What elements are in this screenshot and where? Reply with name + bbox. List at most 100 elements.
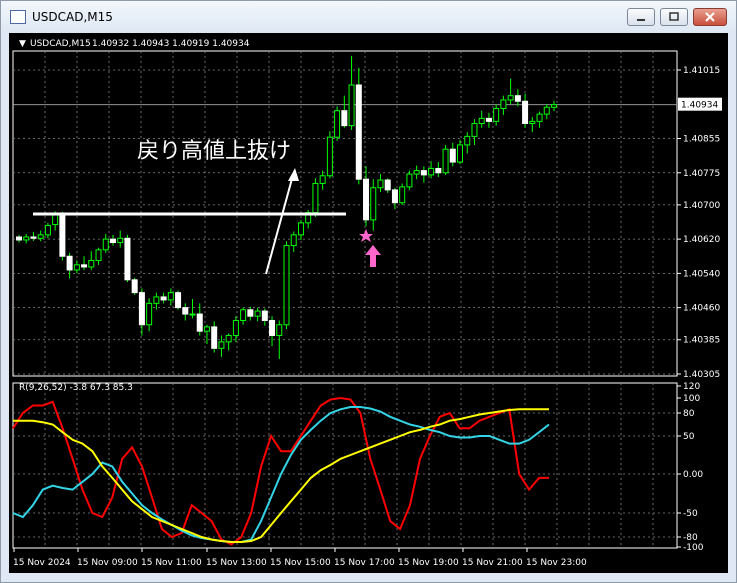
x-axis-tick-label: 15 Nov 09:00 [77,558,138,568]
chart-window: USDCAD,M15 15 Nov 2024 15 Nov 09:00 15 Nov… [0,0,737,583]
price-axis-tick-label: 1.40540 [683,269,720,279]
candle-body [211,326,218,349]
candle-body [435,167,442,174]
price-axis-tick-label: 1.40620 [683,235,720,245]
candle-body [334,110,341,138]
candle-body [348,84,355,127]
maximize-icon [669,12,679,21]
axes: 15 Nov 2024 15 Nov 09:00 15 Nov 11:00 15 No… [12,50,722,568]
price-axis-tick-label: 1.40305 [683,370,720,380]
candle-body [175,292,182,309]
indicator-axis-tick-label: 50 [683,432,695,442]
candle-body [442,148,449,174]
candle-body [95,249,102,262]
price-axis-tick-label: 1.41015 [683,66,720,76]
candle-body [543,106,550,115]
candle-body [391,189,398,204]
title-bar[interactable]: USDCAD,M15 [1,1,736,33]
ohlc-readout: 1.40932 1.40943 1.40919 1.40934 [92,39,250,49]
candle-body [377,179,384,189]
candle-body [355,84,362,180]
minimize-icon [637,19,645,21]
candle-body [240,309,247,321]
x-axis-tick-label: 15 Nov 13:00 [206,558,267,568]
x-axis-tick-label: 15 Nov 21:00 [462,558,523,568]
candle-body [189,313,196,316]
candle-body [182,307,189,315]
candle-body [23,236,30,241]
candle-body [160,296,167,301]
candle-body [514,95,521,102]
x-axis-tick-label: 15 Nov 2024 [13,558,71,568]
up-arrow-icon [365,245,381,267]
indicator-axis-tick-label: 100 [683,394,700,404]
price-axis-tick-label: 1.40460 [683,304,720,314]
star-marker-icon [359,229,373,242]
candle-body [363,178,370,221]
x-axis-tick-label: 15 Nov 15:00 [270,558,331,568]
candle-body [276,324,283,336]
candle-body [551,104,557,108]
current-price-label: 1.40934 [681,101,718,111]
close-button[interactable] [693,8,727,26]
candle-body [420,170,427,176]
candle-body [319,175,326,184]
candle-body [428,167,435,176]
candle-body [218,341,225,349]
candle-body [413,170,420,175]
price-axis-tick-label: 1.40700 [683,201,720,211]
candle-body [522,100,529,125]
candle-body [109,238,116,244]
candle-body [30,236,37,239]
chart-area[interactable]: 15 Nov 2024 15 Nov 09:00 15 Nov 11:00 15 No… [9,33,728,573]
indicator-series-line [12,406,550,543]
candle-body [102,238,109,251]
candle-body [370,187,377,221]
candle-body [529,120,536,125]
indicator-title: R(9,26,52) -3.8 67.3 85.3 [19,383,133,393]
candle-body [44,224,51,236]
candle-body [124,237,131,281]
indicator-axis-tick-label: -50 [683,509,698,519]
candle-body [464,135,471,146]
candle-body [131,279,138,294]
candle-body [232,319,239,336]
candle-body [196,313,203,332]
breakout-label: 戻り高値上抜け [137,139,291,164]
candle-body [153,296,160,304]
x-axis-tick-label: 15 Nov 11:00 [141,558,202,568]
candle-body [384,179,391,191]
candle-body [203,326,210,332]
indicator-axis-tick-label: -80 [683,533,698,543]
minimize-button[interactable] [627,8,655,26]
candle-body [247,309,254,317]
window-title: USDCAD,M15 [32,10,113,24]
candle-body [225,334,232,343]
indicator-series-line [12,396,549,546]
candle-body [449,148,456,163]
candle-body [290,234,297,247]
indicator-axis-tick-label: 120 [683,382,700,392]
indicator-axis-tick-label: 0.00 [683,470,703,480]
maximize-button[interactable] [660,8,688,26]
candle-body [73,264,80,271]
candle-body [507,95,514,101]
candle-body [167,292,174,301]
candle-body [297,222,304,236]
collapse-arrow-icon[interactable]: ▼ [19,39,26,49]
candle-body [254,310,261,317]
candle-body [399,186,406,204]
candle-body [138,292,145,326]
candle-body [500,99,507,110]
breakout-arrow-head [288,168,299,181]
candle-body [471,123,478,137]
candle-body [457,144,464,163]
candle-body [88,260,95,268]
chart-window-icon [10,10,26,24]
candle-body [16,236,22,241]
candle-body [536,113,543,122]
chart-svg[interactable]: 15 Nov 2024 15 Nov 09:00 15 Nov 11:00 15 No… [9,33,728,573]
candle-body [81,264,88,268]
indicator-axis-tick-label: 80 [683,409,695,419]
candle-body [312,182,319,214]
